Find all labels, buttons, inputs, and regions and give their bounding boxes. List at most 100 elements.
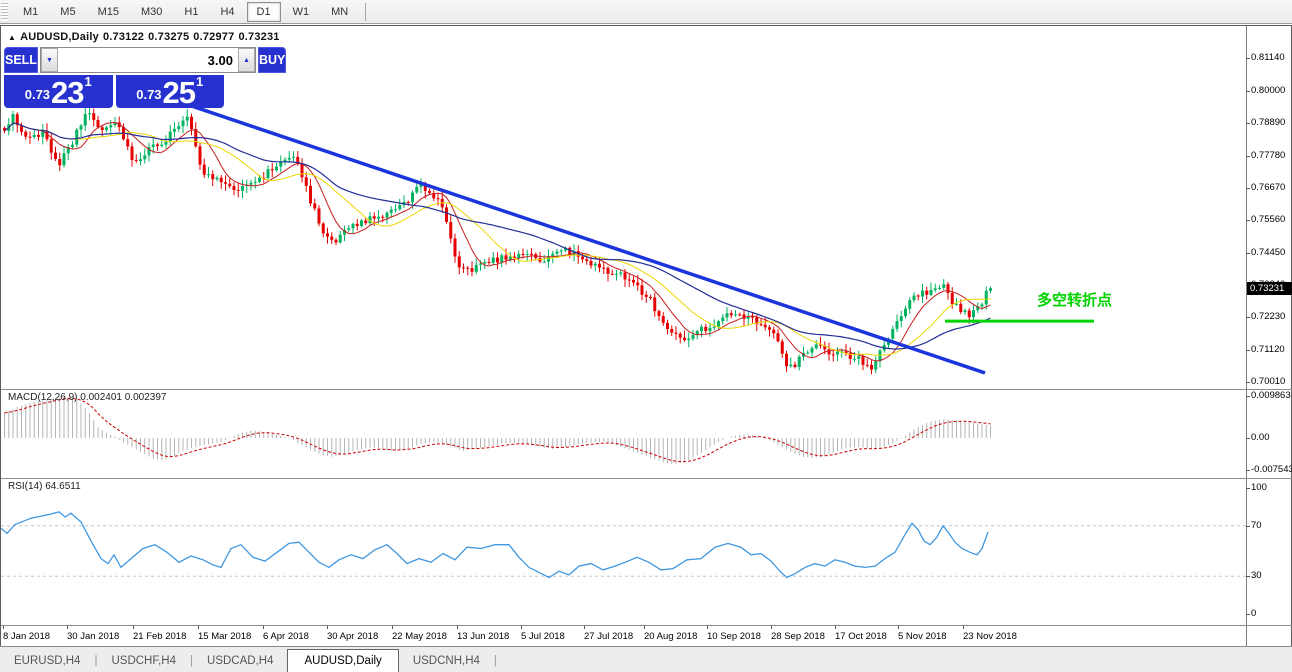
axis-tick	[1246, 526, 1250, 527]
date-axis-tick	[584, 626, 585, 629]
date-axis-tick	[457, 626, 458, 629]
timeframe-toolbar: M1 M5 M15 M30 H1 H4 D1 W1 MN	[0, 0, 1292, 24]
date-axis-tick	[707, 626, 708, 629]
macd-axis-label: -0.007543	[1251, 464, 1292, 475]
annotation-turning-point: 多空转折点	[1037, 289, 1112, 310]
timeframe-button-mn[interactable]: MN	[321, 2, 358, 22]
date-axis-label: 30 Apr 2018	[327, 631, 378, 642]
axis-tick	[1246, 488, 1250, 489]
date-axis-label: 30 Jan 2018	[67, 631, 119, 642]
tab-eurusd-h4[interactable]: EURUSD,H4	[0, 651, 94, 672]
timeframe-button-m30[interactable]: M30	[131, 2, 172, 22]
buy-price-big: 25	[163, 80, 195, 105]
axis-tick	[1246, 220, 1250, 221]
price-axis-label: 0.76670	[1251, 182, 1285, 193]
volume-input[interactable]	[58, 48, 238, 72]
ohlc-open: 0.73122	[103, 31, 144, 43]
chart-title: ▲ AUDUSD,Daily 0.73122 0.73275 0.72977 0…	[8, 31, 280, 43]
macd-indicator-pane[interactable]	[1, 390, 1246, 479]
current-price-tag: 0.73231	[1247, 282, 1292, 295]
date-axis-tick	[963, 626, 964, 629]
date-axis-tick	[133, 626, 134, 629]
tab-usdchf-h4[interactable]: USDCHF,H4	[97, 651, 190, 672]
title-marker-icon: ▲	[8, 33, 16, 42]
timeframe-button-m15[interactable]: M15	[88, 2, 129, 22]
axis-tick	[1246, 576, 1250, 577]
axis-tick	[1246, 91, 1250, 92]
buy-button[interactable]: BUY	[258, 47, 286, 73]
rsi-axis-label: 0	[1251, 608, 1256, 619]
date-axis-label: 10 Sep 2018	[707, 631, 761, 642]
rsi-axis-label: 70	[1251, 520, 1262, 531]
price-axis-label: 0.78890	[1251, 117, 1285, 128]
axis-tick	[1246, 188, 1250, 189]
sell-price-display[interactable]: 0.73 23 1	[4, 75, 113, 108]
axis-tick	[1246, 438, 1250, 439]
pane-divider[interactable]	[1, 389, 1292, 390]
pane-divider[interactable]	[1, 478, 1292, 479]
date-axis-tick	[644, 626, 645, 629]
price-axis-label: 0.81140	[1251, 52, 1285, 63]
chart-symbol-label: AUDUSD,Daily	[20, 31, 99, 43]
timeframe-button-w1[interactable]: W1	[283, 2, 320, 22]
timeframe-button-h1[interactable]: H1	[174, 2, 208, 22]
trading-terminal-window: M1 M5 M15 M30 H1 H4 D1 W1 MN ▲ AUDUSD,Da…	[0, 0, 1292, 672]
price-axis-label: 0.71120	[1251, 344, 1285, 355]
price-axis-label: 0.75560	[1251, 214, 1285, 225]
sell-price-sup: 1	[85, 74, 92, 89]
toolbar-grip-icon[interactable]	[1, 3, 8, 21]
ohlc-low: 0.72977	[193, 31, 234, 43]
date-axis-label: 23 Nov 2018	[963, 631, 1017, 642]
ohlc-close: 0.73231	[238, 31, 279, 43]
axis-tick	[1246, 156, 1250, 157]
axis-tick	[1246, 317, 1250, 318]
macd-axis-label: 0.009863	[1251, 390, 1291, 401]
pane-divider	[1, 625, 1292, 626]
date-axis-tick	[835, 626, 836, 629]
date-axis-label: 20 Aug 2018	[644, 631, 697, 642]
axis-tick	[1246, 396, 1250, 397]
axis-tick	[1246, 614, 1250, 615]
chart-tab-bar: EURUSD,H4 | USDCHF,H4 | USDCAD,H4 AUDUSD…	[0, 646, 1292, 672]
buy-price-sup: 1	[196, 74, 203, 89]
date-axis-tick	[327, 626, 328, 629]
date-axis-label: 5 Nov 2018	[898, 631, 947, 642]
date-axis-label: 22 May 2018	[392, 631, 447, 642]
date-axis-tick	[392, 626, 393, 629]
price-axis-label: 0.77780	[1251, 150, 1285, 161]
date-axis-label: 27 Jul 2018	[584, 631, 633, 642]
timeframe-button-m1[interactable]: M1	[13, 2, 48, 22]
axis-tick	[1246, 350, 1250, 351]
price-axis-label: 0.70010	[1251, 376, 1285, 387]
price-axis-label: 0.74450	[1251, 247, 1285, 258]
date-axis-tick	[898, 626, 899, 629]
one-click-trade-panel: SELL ▼ ▲ BUY 0.73 23 1 0.73 25 1	[4, 47, 224, 108]
buy-price-display[interactable]: 0.73 25 1	[116, 75, 225, 108]
volume-stepper: ▼ ▲	[40, 47, 256, 73]
tab-audusd-daily[interactable]: AUDUSD,Daily	[287, 649, 398, 672]
timeframe-button-h4[interactable]: H4	[210, 2, 244, 22]
sell-button[interactable]: SELL	[4, 47, 38, 73]
volume-decrease-icon[interactable]: ▼	[41, 48, 58, 72]
macd-axis-label: 0.00	[1251, 432, 1270, 443]
rsi-label: RSI(14) 64.6511	[8, 481, 81, 492]
buy-price-prefix: 0.73	[136, 87, 161, 102]
tab-usdcnh-h4[interactable]: USDCNH,H4	[399, 651, 494, 672]
timeframe-button-d1[interactable]: D1	[247, 2, 281, 22]
sell-price-big: 23	[51, 80, 83, 105]
date-axis-tick	[3, 626, 4, 629]
toolbar-separator	[365, 3, 366, 21]
axis-tick	[1246, 470, 1250, 471]
date-axis-label: 28 Sep 2018	[771, 631, 825, 642]
tab-usdcad-h4[interactable]: USDCAD,H4	[193, 651, 287, 672]
date-axis-tick	[67, 626, 68, 629]
sell-price-prefix: 0.73	[25, 87, 50, 102]
volume-increase-icon[interactable]: ▲	[238, 48, 255, 72]
date-axis-tick	[521, 626, 522, 629]
date-axis-tick	[198, 626, 199, 629]
axis-tick	[1246, 58, 1250, 59]
date-axis-label: 21 Feb 2018	[133, 631, 186, 642]
timeframe-button-m5[interactable]: M5	[50, 2, 85, 22]
price-axis-label: 0.72230	[1251, 311, 1285, 322]
rsi-indicator-pane[interactable]	[1, 479, 1246, 626]
